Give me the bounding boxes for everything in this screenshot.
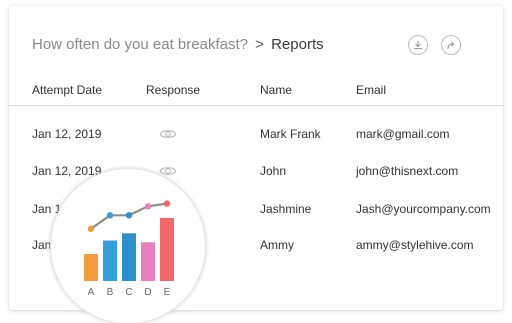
chart-x-tick-label: C [125,287,132,298]
chart-trend-point [106,212,114,219]
download-button[interactable] [408,35,428,55]
chart-x-tick-label: D [144,287,151,298]
chart-trend-point [163,200,171,207]
column-header-email[interactable]: Email [356,83,386,97]
column-header-response[interactable]: Response [146,83,200,97]
cell-name: Jashmine [260,202,312,216]
column-header-attempt-date[interactable]: Attempt Date [32,83,102,97]
chart-bar-e [160,218,174,281]
cell-name: Ammy [260,238,294,252]
breadcrumb-separator: > [255,36,264,53]
share-icon [447,41,455,50]
chart-trend-point [144,203,152,210]
cell-name: Mark Frank [260,127,321,141]
chart-badge: A BC D E [50,168,206,323]
cell-email: mark@gmail.com [356,127,450,141]
breadcrumb-current: Reports [271,36,324,53]
cell-email: Jash@yourcompany.com [356,202,491,216]
chart-bar-b [103,240,117,281]
breadcrumb-question[interactable]: How often do you eat breakfast? [32,36,248,53]
page-title: How often do you eat breakfast? > Report… [32,36,324,53]
chart-bar-c [122,233,136,281]
column-header-name[interactable]: Name [260,83,292,97]
cell-name: John [260,164,287,178]
chart-trend-point [125,212,133,219]
download-icon [413,40,423,50]
chart-bar-d [141,242,155,281]
eye-icon[interactable] [159,128,177,140]
bar-line-chart: A BC D E [84,200,174,298]
chart-x-tick-label: B [107,287,114,298]
chart-x-tick-label: E [164,287,171,298]
chart-x-tick-label: A [88,287,95,298]
cell-date: Jan 12, 2019 [32,127,102,141]
chart-bar-a [84,254,98,281]
header-divider [9,105,503,106]
cell-email: john@thisnext.com [356,164,459,178]
chart-trend-point [87,225,95,232]
cell-email: ammy@stylehive.com [356,238,474,252]
share-button[interactable] [441,35,461,55]
